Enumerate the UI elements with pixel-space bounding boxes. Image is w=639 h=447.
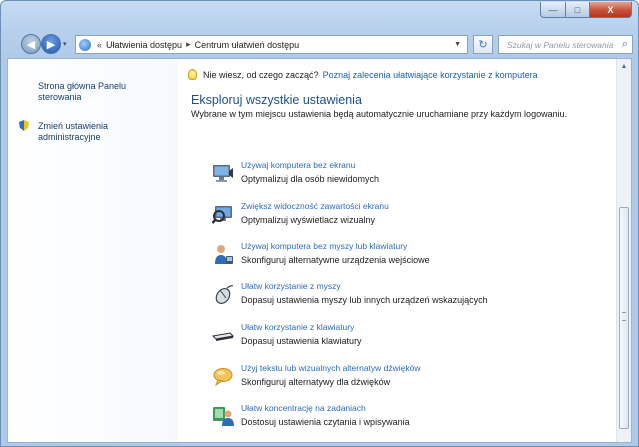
- setting-item-subtitle: Optymalizuj wyświetlacz wizualny: [241, 215, 376, 225]
- sidebar-link-change-admin-settings[interactable]: Zmień ustawienia administracyjne: [38, 121, 108, 143]
- setting-item-visibility[interactable]: Zwiększ widoczność zawartości ekranu Opt…: [212, 201, 631, 235]
- sidebar: Strona główna Panelu sterowania Zmień us…: [8, 59, 178, 442]
- control-panel-icon: [79, 38, 91, 51]
- vertical-scrollbar[interactable]: ▲: [616, 59, 631, 442]
- setting-item-subtitle: Skonfiguruj alternatywne urządzenia wejś…: [241, 255, 430, 265]
- setting-item-no-mouse-keyboard[interactable]: Używaj komputera bez myszy lub klawiatur…: [212, 241, 631, 275]
- section-description: Wybrane w tym miejscu ustawienia będą au…: [191, 109, 568, 119]
- setting-item-subtitle: Skonfiguruj alternatywy dla dźwięków: [241, 377, 391, 387]
- setting-item-focus[interactable]: Ułatw koncentrację na zadaniach Dostosuj…: [212, 403, 631, 437]
- setting-item-subtitle: Dopasuj ustawienia klawiatury: [241, 336, 362, 346]
- setting-item-title[interactable]: Używaj komputera bez myszy lub klawiatur…: [241, 241, 407, 251]
- keyboard-icon: [212, 332, 234, 341]
- setting-item-title[interactable]: Ułatw koncentrację na zadaniach: [241, 403, 366, 413]
- recent-pages-dropdown[interactable]: ▾: [63, 40, 67, 48]
- section-heading: Eksploruj wszystkie ustawienia: [191, 93, 362, 107]
- address-dropdown-icon[interactable]: ▼: [454, 41, 461, 48]
- setting-item-sound-alternatives[interactable]: Użyj tekstu lub wizualnych alternatyw dź…: [212, 363, 631, 397]
- breadcrumb-ease-of-access-center[interactable]: Centrum ułatwień dostępu: [195, 40, 300, 50]
- search-icon[interactable]: ⌕: [622, 38, 628, 51]
- scrollbar-thumb[interactable]: [619, 207, 629, 429]
- setting-item-title[interactable]: Użyj tekstu lub wizualnych alternatyw dź…: [241, 363, 421, 373]
- close-button[interactable]: X: [590, 2, 632, 18]
- setting-item-subtitle: Optymalizuj dla osób niewidomych: [241, 174, 380, 184]
- sidebar-link-line: Zmień ustawienia: [38, 121, 109, 131]
- content-area: Strona główna Panelu sterowania Zmień us…: [7, 58, 632, 443]
- search-input[interactable]: Szukaj w Panelu sterowania: [499, 40, 613, 50]
- forward-button[interactable]: ▶: [41, 34, 61, 54]
- setting-item-title[interactable]: Ułatw korzystanie z klawiatury: [241, 322, 354, 332]
- control-panel-window: — □ X ◀ ▶ ▾ « Ułatwienia dostępu ▸ Centr…: [0, 0, 639, 447]
- focus-tasks-icon: [213, 407, 234, 426]
- lightbulb-icon: [188, 69, 197, 80]
- breadcrumb-ease-of-access[interactable]: Ułatwienia dostępu: [106, 40, 182, 50]
- tip-bar: Nie wiesz, od czego zacząć? Poznaj zalec…: [188, 69, 538, 80]
- title-bar: — □ X: [1, 1, 638, 29]
- monitor-speaker-icon: [213, 165, 233, 182]
- mouse-icon: [215, 285, 234, 305]
- recommendations-link[interactable]: Poznaj zalecenia ułatwiające korzystanie…: [323, 70, 538, 80]
- scrollbar-grip: [622, 312, 626, 321]
- maximize-button[interactable]: □: [566, 2, 590, 18]
- minimize-button[interactable]: —: [540, 2, 566, 18]
- setting-item-no-display[interactable]: Używaj komputera bez ekranu Optymalizuj …: [212, 160, 631, 194]
- sidebar-link-control-panel-home[interactable]: Strona główna Panelu sterowania: [38, 81, 126, 103]
- caption-buttons: — □ X: [540, 2, 632, 18]
- navigation-bar: ◀ ▶ ▾ « Ułatwienia dostępu ▸ Centrum uła…: [1, 31, 638, 57]
- setting-item-keyboard[interactable]: Ułatw korzystanie z klawiatury Dopasuj u…: [212, 322, 631, 356]
- speech-bubble-icon: [213, 368, 233, 387]
- sidebar-link-line: administracyjne: [38, 132, 101, 142]
- setting-item-title[interactable]: Używaj komputera bez ekranu: [241, 160, 355, 170]
- setting-item-subtitle: Dopasuj ustawienia myszy lub innych urzą…: [241, 295, 488, 305]
- refresh-button[interactable]: ↻: [473, 35, 493, 54]
- setting-item-subtitle: Dostosuj ustawienia czytania i wpisywani…: [241, 417, 410, 427]
- sidebar-link-line: sterowania: [38, 92, 82, 102]
- breadcrumb-overflow[interactable]: «: [97, 40, 102, 50]
- user-device-icon: [215, 245, 233, 264]
- breadcrumb-separator[interactable]: ▸: [186, 39, 191, 50]
- back-button[interactable]: ◀: [21, 34, 41, 54]
- tip-text: Nie wiesz, od czego zacząć?: [203, 69, 319, 80]
- scroll-up-icon[interactable]: ▲: [617, 63, 631, 70]
- uac-shield-icon: [19, 120, 29, 131]
- main-panel: Nie wiesz, od czego zacząć? Poznaj zalec…: [178, 59, 617, 442]
- sidebar-link-line: Strona główna Panelu: [38, 81, 127, 91]
- address-bar[interactable]: « Ułatwienia dostępu ▸ Centrum ułatwień …: [75, 35, 468, 54]
- setting-item-mouse[interactable]: Ułatw korzystanie z myszy Dopasuj ustawi…: [212, 281, 631, 315]
- setting-item-title[interactable]: Zwiększ widoczność zawartości ekranu: [241, 201, 389, 211]
- setting-item-title[interactable]: Ułatw korzystanie z myszy: [241, 281, 341, 291]
- magnifier-monitor-icon: [212, 206, 232, 224]
- search-box[interactable]: Szukaj w Panelu sterowania ⌕: [498, 35, 633, 54]
